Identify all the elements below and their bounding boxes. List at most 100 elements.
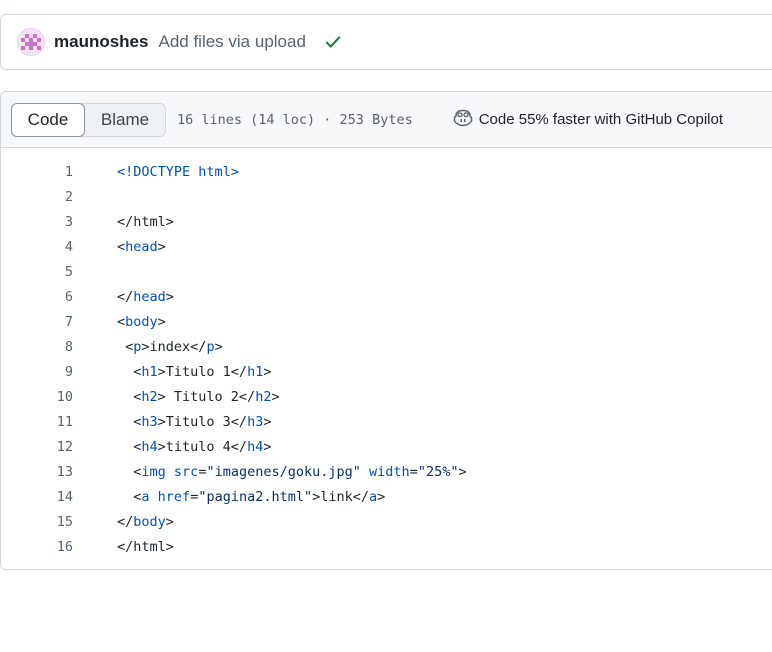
copilot-icon (453, 109, 473, 131)
code-tag-token: h3 (247, 413, 264, 430)
code-line: 5 (1, 259, 772, 284)
line-content: <body> (117, 314, 166, 330)
code-line: 7 <body> (1, 309, 772, 334)
copilot-label: Code 55% faster with GitHub Copilot (478, 111, 723, 128)
code-line: 13 <img src="imagenes/goku.jpg" width="2… (1, 459, 772, 484)
code-tag-token: h2 (255, 388, 272, 405)
code-tag-token: a (141, 488, 150, 505)
identicon-icon (21, 34, 41, 50)
code-token: < (117, 338, 134, 355)
line-number[interactable]: 6 (1, 289, 73, 305)
code-line: 4 <head> (1, 234, 772, 259)
code-line: 9 <h1>Titulo 1</h1> (1, 359, 772, 384)
file-info: 16 lines (14 loc) · 253 Bytes (177, 111, 413, 128)
code-tag-token: h4 (141, 438, 158, 455)
code-tag-token: h1 (141, 363, 158, 380)
code-tag-token: h1 (247, 363, 264, 380)
code-token: > (214, 338, 223, 355)
code-line: 11 <h3>Titulo 3</h3> (1, 409, 772, 434)
line-number[interactable]: 13 (1, 464, 73, 480)
code-line: 3 </html> (1, 209, 772, 234)
code-token: </html> (117, 538, 174, 555)
code-line: 16 </html> (1, 534, 772, 559)
code-attr-token: width (369, 463, 410, 480)
code-line: 10 <h2> Titulo 2</h2> (1, 384, 772, 409)
code-line: 14 <a href="pagina2.html">link</a> (1, 484, 772, 509)
line-content: <h3>Titulo 3</h3> (117, 414, 271, 430)
code-token: < (117, 313, 126, 330)
latest-commit-bar: maunoshes Add files via upload (0, 14, 772, 70)
copilot-button[interactable]: Code 55% faster with GitHub Copilot (453, 109, 723, 131)
line-number[interactable]: 9 (1, 364, 73, 380)
code-tag-token: body (125, 313, 158, 330)
line-number[interactable]: 5 (1, 264, 73, 280)
line-number[interactable]: 4 (1, 239, 73, 255)
line-number[interactable]: 2 (1, 189, 73, 205)
avatar[interactable] (17, 28, 45, 56)
line-number[interactable]: 3 (1, 214, 73, 230)
commit-author[interactable]: maunoshes (54, 32, 148, 52)
code-area: 1 <!DOCTYPE html> 2 3 </html> 4 <head> 5 6 </head… (1, 148, 772, 559)
line-content: <img src="imagenes/goku.jpg" width="25%"… (117, 463, 467, 480)
code-token: = (409, 463, 418, 480)
code-tag-token: p (206, 338, 215, 355)
code-token: > (263, 413, 272, 430)
line-content: <h2> Titulo 2</h2> (117, 388, 280, 405)
code-token: </html> (117, 213, 174, 230)
code-token: < (117, 388, 142, 405)
check-icon[interactable] (324, 33, 342, 51)
code-tag-token: h3 (141, 413, 158, 430)
code-token: > (263, 363, 272, 380)
code-token: < (117, 238, 126, 255)
code-line: 6 </head> (1, 284, 772, 309)
code-string-token: "25%" (417, 463, 459, 480)
code-attr-token: src (173, 463, 199, 480)
code-token: < (117, 413, 142, 430)
code-token: </ (117, 288, 134, 305)
line-number[interactable]: 7 (1, 314, 73, 330)
code-token: >Titulo 3</ (157, 413, 248, 430)
tab-blame[interactable]: Blame (85, 104, 165, 136)
code-token: < (117, 363, 142, 380)
code-tag-token: a (369, 488, 378, 505)
code-tag-token: h4 (247, 438, 264, 455)
line-content: </body> (117, 514, 174, 530)
line-content: <a href="pagina2.html">link</a> (117, 489, 385, 505)
line-number[interactable]: 1 (1, 164, 73, 180)
code-line: 15 </body> (1, 509, 772, 534)
code-token: > (157, 313, 166, 330)
line-number[interactable]: 11 (1, 414, 73, 430)
code-tag-token: h2 (141, 388, 158, 405)
code-token: > (165, 288, 174, 305)
line-number[interactable]: 10 (1, 389, 73, 405)
code-token: > (458, 463, 467, 480)
code-tag-token: head (133, 288, 166, 305)
line-number[interactable]: 8 (1, 339, 73, 355)
line-number[interactable]: 15 (1, 514, 73, 530)
line-content: <h1>Titulo 1</h1> (117, 364, 271, 380)
line-number[interactable]: 16 (1, 539, 73, 555)
code-token: > (263, 438, 272, 455)
code-tag-token: head (125, 238, 158, 255)
commit-message[interactable]: Add files via upload (158, 32, 305, 52)
code-string-token: "pagina2.html" (198, 488, 313, 505)
code-tag-token: img (141, 463, 166, 480)
code-token: >index</ (141, 338, 207, 355)
code-line: 12 <h4>titulo 4</h4> (1, 434, 772, 459)
tab-code[interactable]: Code (11, 102, 85, 137)
line-content: </head> (117, 289, 174, 305)
code-token: > (165, 513, 174, 530)
code-tag-token: body (133, 513, 166, 530)
code-token: > (271, 388, 280, 405)
code-token: >link</ (312, 488, 370, 505)
line-content: <head> (117, 239, 166, 255)
view-toggle: Code Blame (11, 102, 166, 137)
code-token: < (117, 463, 142, 480)
line-number[interactable]: 14 (1, 489, 73, 505)
code-token: >titulo 4</ (157, 438, 248, 455)
code-token: > (157, 238, 166, 255)
code-line: 8 <p>index</p> (1, 334, 772, 359)
line-content: </html> (117, 214, 174, 230)
code-token: </ (117, 513, 134, 530)
line-number[interactable]: 12 (1, 439, 73, 455)
